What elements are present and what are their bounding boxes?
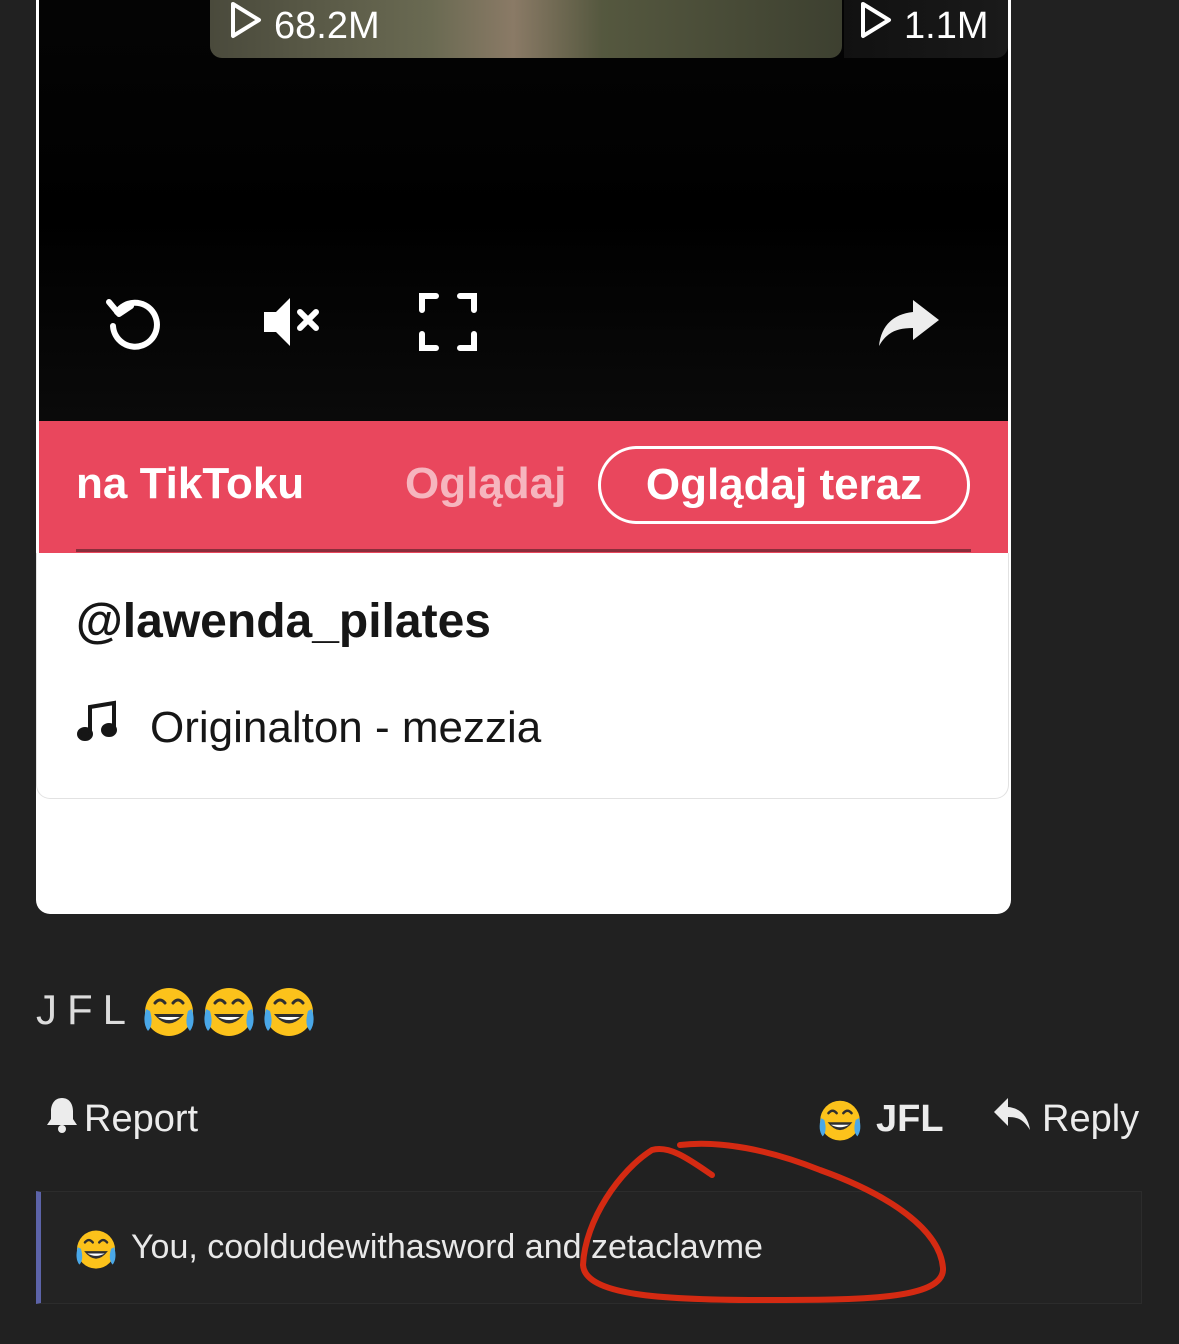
- share-button[interactable]: [877, 292, 941, 356]
- play-icon: [228, 0, 264, 52]
- watch-on-tiktok-banner[interactable]: na TikToku Oglądaj Oglądaj teraz: [39, 421, 1008, 553]
- marquee-text: na TikToku: [76, 459, 305, 508]
- reaction-label: JFL: [876, 1097, 944, 1140]
- view-count-value: 1.1M: [904, 5, 989, 47]
- main-view-count: 68.2M: [228, 0, 380, 52]
- reply-label: Reply: [1042, 1097, 1140, 1140]
- joy-emoji-icon: [140, 981, 198, 1039]
- replay-icon: [103, 290, 167, 359]
- marquee-text-faded: Oglądaj: [405, 459, 567, 508]
- comment-body: JFL: [36, 980, 320, 1040]
- reaction-button[interactable]: JFL: [816, 1094, 944, 1144]
- joy-emoji-icon: [73, 1225, 119, 1271]
- view-count-value: 68.2M: [274, 5, 380, 47]
- mute-icon: [260, 290, 324, 359]
- comment-text: JFL: [36, 986, 137, 1033]
- music-note-icon: [76, 699, 120, 756]
- joy-emoji-icon: [816, 1095, 864, 1143]
- reply-button[interactable]: Reply: [992, 1094, 1139, 1144]
- fullscreen-icon: [416, 290, 480, 359]
- joy-emoji-icon: [200, 981, 258, 1039]
- banner-divider: [76, 549, 971, 552]
- sound-link[interactable]: Originalton - mezzia: [76, 699, 541, 756]
- report-label: Report: [84, 1097, 199, 1140]
- post-info: @lawenda_pilates Originalton - mezzia: [36, 553, 1009, 799]
- page: 68.2M 1.1M na TikToku Oglądaj Oglądaj te…: [0, 0, 1179, 1344]
- author-username[interactable]: @lawenda_pilates: [76, 593, 491, 651]
- replay-button[interactable]: [103, 292, 167, 356]
- mute-button[interactable]: [260, 292, 324, 356]
- reactions-summary[interactable]: You, cooldudewithasword and zetaclavme: [36, 1191, 1142, 1304]
- side-view-count: 1.1M: [858, 0, 988, 52]
- reactions-text: You, cooldudewithasword and zetaclavme: [131, 1228, 763, 1266]
- fullscreen-button[interactable]: [416, 292, 480, 356]
- play-icon: [858, 0, 894, 52]
- share-icon: [877, 290, 941, 359]
- reply-arrow-icon: [992, 1096, 1032, 1142]
- sound-title: Originalton - mezzia: [150, 702, 542, 752]
- tiktok-embed-card[interactable]: 68.2M 1.1M na TikToku Oglądaj Oglądaj te…: [36, 0, 1011, 914]
- bell-icon: [44, 1095, 80, 1143]
- watch-now-button[interactable]: Oglądaj teraz: [598, 446, 970, 524]
- joy-emoji-icon: [260, 981, 318, 1039]
- report-button[interactable]: Report: [44, 1094, 198, 1144]
- video-player[interactable]: 68.2M 1.1M: [39, 0, 1008, 421]
